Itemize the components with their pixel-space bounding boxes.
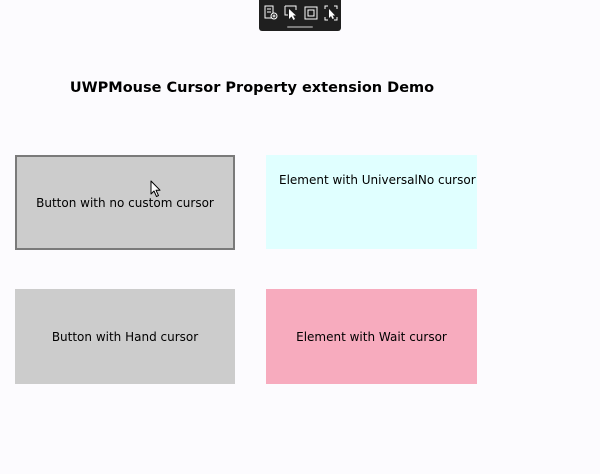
select-element-icon (284, 5, 297, 20)
button-hand-cursor[interactable]: Button with Hand cursor (15, 289, 235, 384)
visual-tree-button[interactable] (263, 4, 279, 22)
toolbar-collapse-handle[interactable] (287, 26, 313, 28)
select-element-button[interactable] (283, 4, 299, 22)
page-title: UWPMouse Cursor Property extension Demo (69, 80, 435, 96)
element-wait-cursor[interactable]: Element with Wait cursor (266, 289, 477, 384)
display-layout-adorners-icon (304, 6, 318, 20)
element-universalno-cursor[interactable]: Element with UniversalNo cursor (266, 155, 477, 249)
button-no-custom-cursor-label: Button with no custom cursor (36, 195, 214, 210)
element-wait-cursor-label: Element with Wait cursor (296, 329, 447, 344)
track-focus-icon (324, 5, 338, 21)
track-focus-button[interactable] (323, 4, 339, 22)
button-no-custom-cursor[interactable]: Button with no custom cursor (15, 155, 235, 250)
button-hand-cursor-label: Button with Hand cursor (51, 329, 199, 344)
visual-tree-icon (264, 5, 278, 20)
element-universalno-cursor-label: Element with UniversalNo cursor (279, 173, 476, 187)
mouse-pointer-icon (150, 180, 161, 197)
in-app-debug-toolbar (259, 0, 341, 31)
display-layout-adorners-button[interactable] (303, 4, 319, 22)
